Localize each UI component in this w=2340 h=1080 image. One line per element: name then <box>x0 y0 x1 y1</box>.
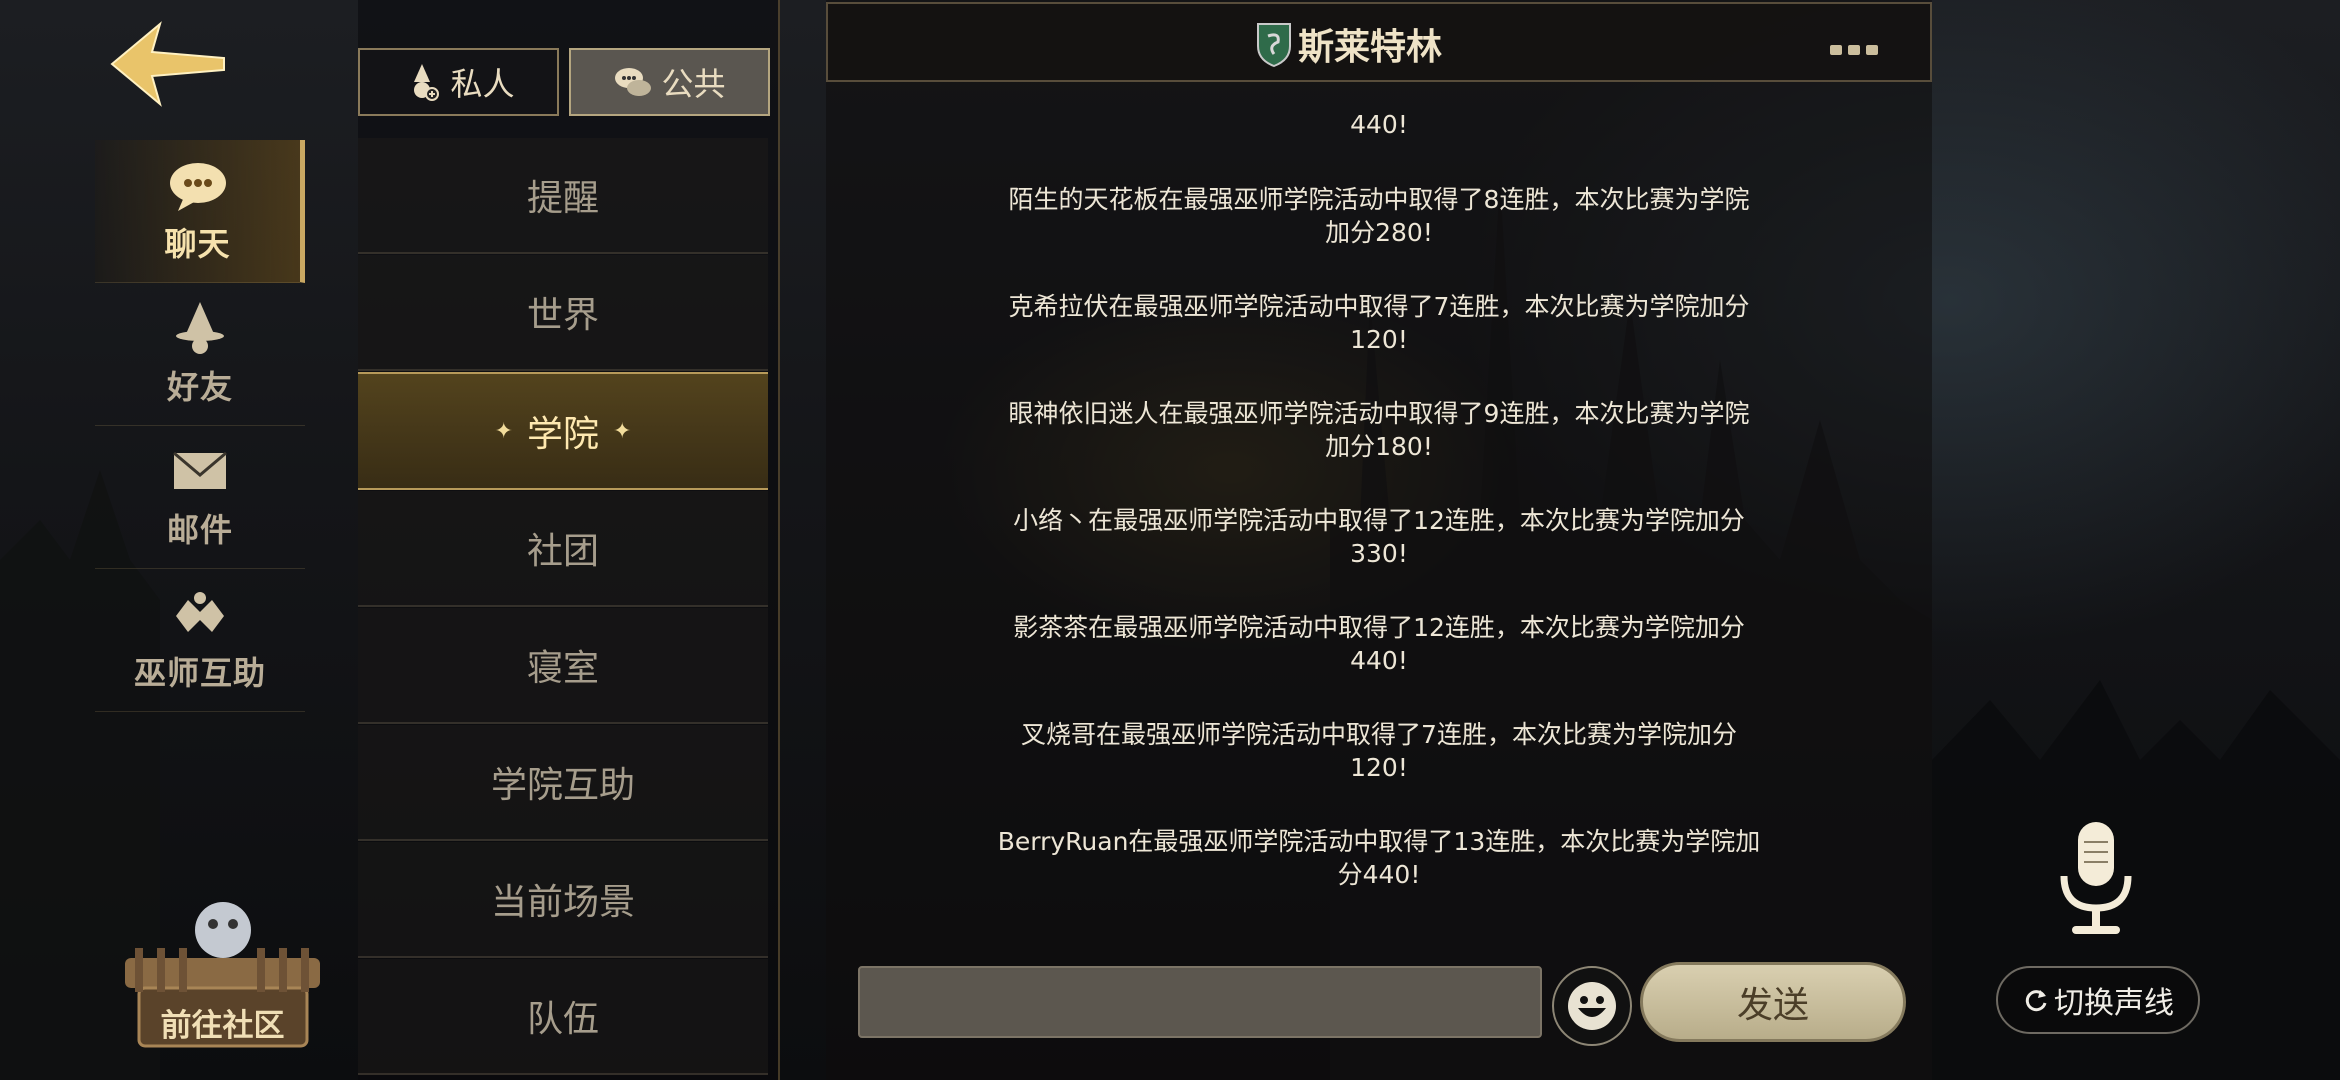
message: 眼神依旧迷人在最强巫师学院活动中取得了9连胜，本次比赛为学院 加分180! <box>826 397 1932 463</box>
channel-label: 队伍 <box>526 999 599 1040</box>
channel-world[interactable]: 世界 <box>358 255 768 371</box>
message-line: 叉烧哥在最强巫师学院活动中取得了7连胜，本次比赛为学院加分 <box>1021 720 1737 749</box>
message: 叉烧哥在最强巫师学院活动中取得了7连胜，本次比赛为学院加分 120! <box>826 718 1932 784</box>
message-line: 陌生的天花板在最强巫师学院活动中取得了8连胜，本次比赛为学院 <box>1008 185 1750 214</box>
wizard-hat-icon <box>176 302 224 354</box>
message-line: BerryRuan在最强巫师学院活动中取得了13连胜，本次比赛为学院加 <box>997 827 1761 856</box>
tab-private[interactable]: 私人 <box>358 48 559 116</box>
message: 克希拉伏在最强巫师学院活动中取得了7连胜，本次比赛为学院加分 120! <box>826 290 1932 356</box>
channel-label: 学院 <box>526 414 599 455</box>
message-line: 小络丶在最强巫师学院活动中取得了12连胜，本次比赛为学院加分 <box>1013 506 1745 535</box>
channel-reminder[interactable]: 提醒 <box>358 138 768 254</box>
sparkle-icon: ✦ <box>613 418 632 444</box>
channel-label: 世界 <box>526 295 599 336</box>
channel-column: 私人 公共 提醒 世界 ✦ 学院 ✦ 社团 寝室 学院互助 当前场景 队伍 <box>358 0 780 1080</box>
tab-label: 公共 <box>661 65 726 103</box>
nav-label: 聊天 <box>164 225 231 263</box>
channel-label: 提醒 <box>526 178 599 219</box>
top-tabs: 私人 公共 <box>358 48 770 116</box>
tab-label: 私人 <box>450 65 515 103</box>
message-line: 440! <box>1350 646 1408 675</box>
nav-item-wizard-help[interactable]: 巫师互助 <box>95 569 305 712</box>
message-line: 分440! <box>1337 860 1421 889</box>
message-line: 加分180! <box>1325 432 1433 461</box>
message-line: 120! <box>1350 325 1408 354</box>
message-line: 330! <box>1350 539 1408 568</box>
message-line: 影茶茶在最强巫师学院活动中取得了12连胜，本次比赛为学院加分 <box>1013 613 1745 642</box>
channel-list: 提醒 世界 ✦ 学院 ✦ 社团 寝室 学院互助 当前场景 队伍 <box>358 138 768 1076</box>
message: 440! <box>826 108 1932 141</box>
tab-public[interactable]: 公共 <box>569 48 770 116</box>
message: BerryRuan在最强巫师学院活动中取得了13连胜，本次比赛为学院加 分440… <box>826 825 1932 891</box>
message: 小络丶在最强巫师学院活动中取得了12连胜，本次比赛为学院加分 330! <box>826 504 1932 570</box>
channel-current-scene[interactable]: 当前场景 <box>358 842 768 958</box>
back-button[interactable] <box>108 18 228 110</box>
community-label: 前往社区 <box>160 1008 285 1044</box>
channel-dormitory[interactable]: 寝室 <box>358 608 768 724</box>
message: 影茶茶在最强巫师学院活动中取得了12连胜，本次比赛为学院加分 440! <box>826 611 1932 677</box>
more-dots-icon[interactable] <box>1830 40 1884 55</box>
public-chat-icon <box>615 68 652 96</box>
emoji-button[interactable] <box>1552 966 1632 1046</box>
channel-label: 学院互助 <box>490 765 635 806</box>
chat-input[interactable] <box>858 966 1542 1038</box>
switch-voice-label: 切换声线 <box>2054 986 2174 1021</box>
message: 陌生的天花板在最强巫师学院活动中取得了8连胜，本次比赛为学院 加分280! <box>826 183 1932 249</box>
refresh-icon <box>2025 990 2047 1012</box>
envelope-icon <box>173 451 227 489</box>
sparkle-icon: ✦ <box>494 418 513 444</box>
nav-item-mail[interactable]: 邮件 <box>95 426 305 569</box>
screen: 聊天 好友 邮件 巫师互助 前往社区 私人 公共 提醒 世界 ✦ 学院 ✦ 社团… <box>0 0 2340 1080</box>
switch-voice-button[interactable]: 切换声线 <box>1996 966 2200 1034</box>
channel-label: 当前场景 <box>490 882 635 923</box>
microphone-button[interactable] <box>2054 818 2138 938</box>
send-button[interactable]: 发送 <box>1640 962 1906 1042</box>
community-button[interactable]: 前往社区 <box>115 900 330 1050</box>
left-nav: 聊天 好友 邮件 巫师互助 <box>95 140 305 712</box>
channel-club[interactable]: 社团 <box>358 491 768 607</box>
chat-panel: 斯莱特林 440! 陌生的天花板在最强巫师学院活动中取得了8连胜，本次比赛为学院… <box>826 0 1932 1080</box>
message-line: 440! <box>1350 110 1408 139</box>
nav-item-chat[interactable]: 聊天 <box>95 140 305 283</box>
message-line: 克希拉伏在最强巫师学院活动中取得了7连胜，本次比赛为学院加分 <box>1008 292 1750 321</box>
nav-label: 巫师互助 <box>133 654 266 692</box>
message-line: 眼神依旧迷人在最强巫师学院活动中取得了9连胜，本次比赛为学院 <box>1008 399 1750 428</box>
nav-item-friends[interactable]: 好友 <box>95 283 305 426</box>
channel-house-help[interactable]: 学院互助 <box>358 725 768 841</box>
nav-label: 好友 <box>166 368 233 406</box>
channel-team[interactable]: 队伍 <box>358 959 768 1075</box>
wizard-help-icon <box>176 592 224 632</box>
microphone-icon <box>2060 822 2132 934</box>
channel-house[interactable]: ✦ 学院 ✦ <box>358 372 768 490</box>
smiley-icon <box>1568 982 1616 1030</box>
channel-label: 寝室 <box>526 648 599 689</box>
message-line: 120! <box>1350 753 1408 782</box>
chat-header: 斯莱特林 <box>826 2 1932 82</box>
chat-bubble-icon <box>169 163 226 211</box>
back-arrow-icon <box>110 21 225 107</box>
private-chat-icon <box>414 64 440 101</box>
channel-label: 社团 <box>526 531 599 572</box>
chat-title: 斯莱特林 <box>1298 26 1443 68</box>
message-line: 加分280! <box>1325 218 1433 247</box>
slytherin-crest-icon <box>1257 23 1291 68</box>
nav-label: 邮件 <box>166 511 233 549</box>
